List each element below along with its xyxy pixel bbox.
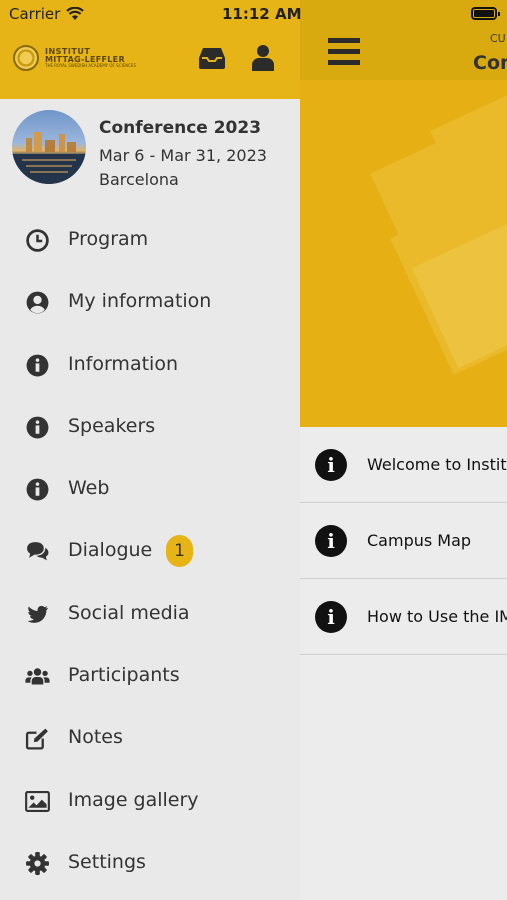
decorative-pattern xyxy=(370,80,507,375)
list-item[interactable]: i Campus Map xyxy=(300,503,507,579)
navigation-drawer: INSTITUT MITTAG-LEFFLER THE ROYAL SWEDIS… xyxy=(0,0,300,900)
list-item[interactable]: i How to Use the IM xyxy=(300,579,507,655)
hero-banner xyxy=(300,80,507,427)
header-subtitle: CU xyxy=(490,32,506,45)
menu-item-label: Program xyxy=(68,228,149,250)
battery-icon xyxy=(471,7,500,20)
chat-icon xyxy=(27,542,49,561)
menu-item-participants[interactable]: Participants xyxy=(0,645,300,707)
menu-icon[interactable] xyxy=(328,38,360,66)
menu-item-label: Dialogue xyxy=(68,539,153,562)
status-bar: Carrier 11:12 AM xyxy=(0,0,507,28)
info-icon xyxy=(26,354,49,377)
user-circle-icon xyxy=(26,291,49,314)
carrier-label: Carrier xyxy=(9,5,61,23)
menu-item-web[interactable]: Web xyxy=(0,458,300,520)
menu-item-label: Image gallery xyxy=(68,788,199,811)
menu-item-notes[interactable]: Notes xyxy=(0,707,300,769)
menu-item-dialogue[interactable]: Dialogue 1 xyxy=(0,520,300,582)
list-item-label: Campus Map xyxy=(367,531,472,550)
menu-item-image-gallery[interactable]: Image gallery xyxy=(0,770,300,832)
conference-photo xyxy=(12,110,86,184)
conference-title: Conference 2023 xyxy=(99,118,262,138)
content-list: i Welcome to Instit i Campus Map i How t… xyxy=(300,427,507,655)
gear-icon xyxy=(26,852,49,875)
list-item[interactable]: i Welcome to Instit xyxy=(300,427,507,503)
list-item-label: How to Use the IM xyxy=(367,607,507,626)
conference-dates: Mar 6 - Mar 31, 2023 xyxy=(99,146,267,165)
logo-line3: THE ROYAL SWEDISH ACADEMY OF SCIENCES xyxy=(45,63,137,69)
menu-item-settings[interactable]: Settings xyxy=(0,832,300,894)
seal-icon xyxy=(13,45,39,71)
header-title: Con xyxy=(473,52,507,74)
info-icon: i xyxy=(315,525,347,557)
image-icon xyxy=(25,790,50,812)
info-icon: i xyxy=(315,601,347,633)
menu-item-label: My information xyxy=(68,290,212,313)
info-icon: i xyxy=(315,449,347,481)
institute-logo: INSTITUT MITTAG-LEFFLER THE ROYAL SWEDIS… xyxy=(13,45,136,71)
info-icon xyxy=(26,416,49,439)
menu-item-label: Speakers xyxy=(68,414,156,437)
conference-card[interactable]: Conference 2023 Mar 6 - Mar 31, 2023 Bar… xyxy=(0,99,300,199)
info-icon xyxy=(26,478,49,501)
menu-item-label: Web xyxy=(68,477,110,500)
menu-item-label: Settings xyxy=(68,850,146,873)
inbox-icon[interactable] xyxy=(198,46,226,70)
conference-city: Barcelona xyxy=(99,170,179,189)
menu-item-my-information[interactable]: My information xyxy=(0,271,300,333)
drawer-menu: Program My information Information Speak… xyxy=(0,209,300,894)
user-icon[interactable] xyxy=(251,44,275,72)
wifi-icon xyxy=(66,7,85,20)
list-item-label: Welcome to Instit xyxy=(367,455,507,474)
carrier-indicator: Carrier xyxy=(9,5,85,23)
clock-time: 11:12 AM xyxy=(222,5,302,23)
unread-badge: 1 xyxy=(166,535,193,568)
menu-item-label: Notes xyxy=(68,726,123,749)
twitter-icon xyxy=(27,605,48,623)
menu-item-speakers[interactable]: Speakers xyxy=(0,396,300,458)
menu-item-label: Social media xyxy=(68,601,190,624)
menu-item-program[interactable]: Program xyxy=(0,209,300,271)
menu-item-social-media[interactable]: Social media xyxy=(0,583,300,645)
users-icon xyxy=(25,668,50,685)
edit-icon xyxy=(25,728,48,750)
menu-item-label: Information xyxy=(68,352,178,375)
clock-icon xyxy=(26,229,49,252)
menu-item-label: Participants xyxy=(68,664,180,687)
menu-item-information[interactable]: Information xyxy=(0,334,300,396)
